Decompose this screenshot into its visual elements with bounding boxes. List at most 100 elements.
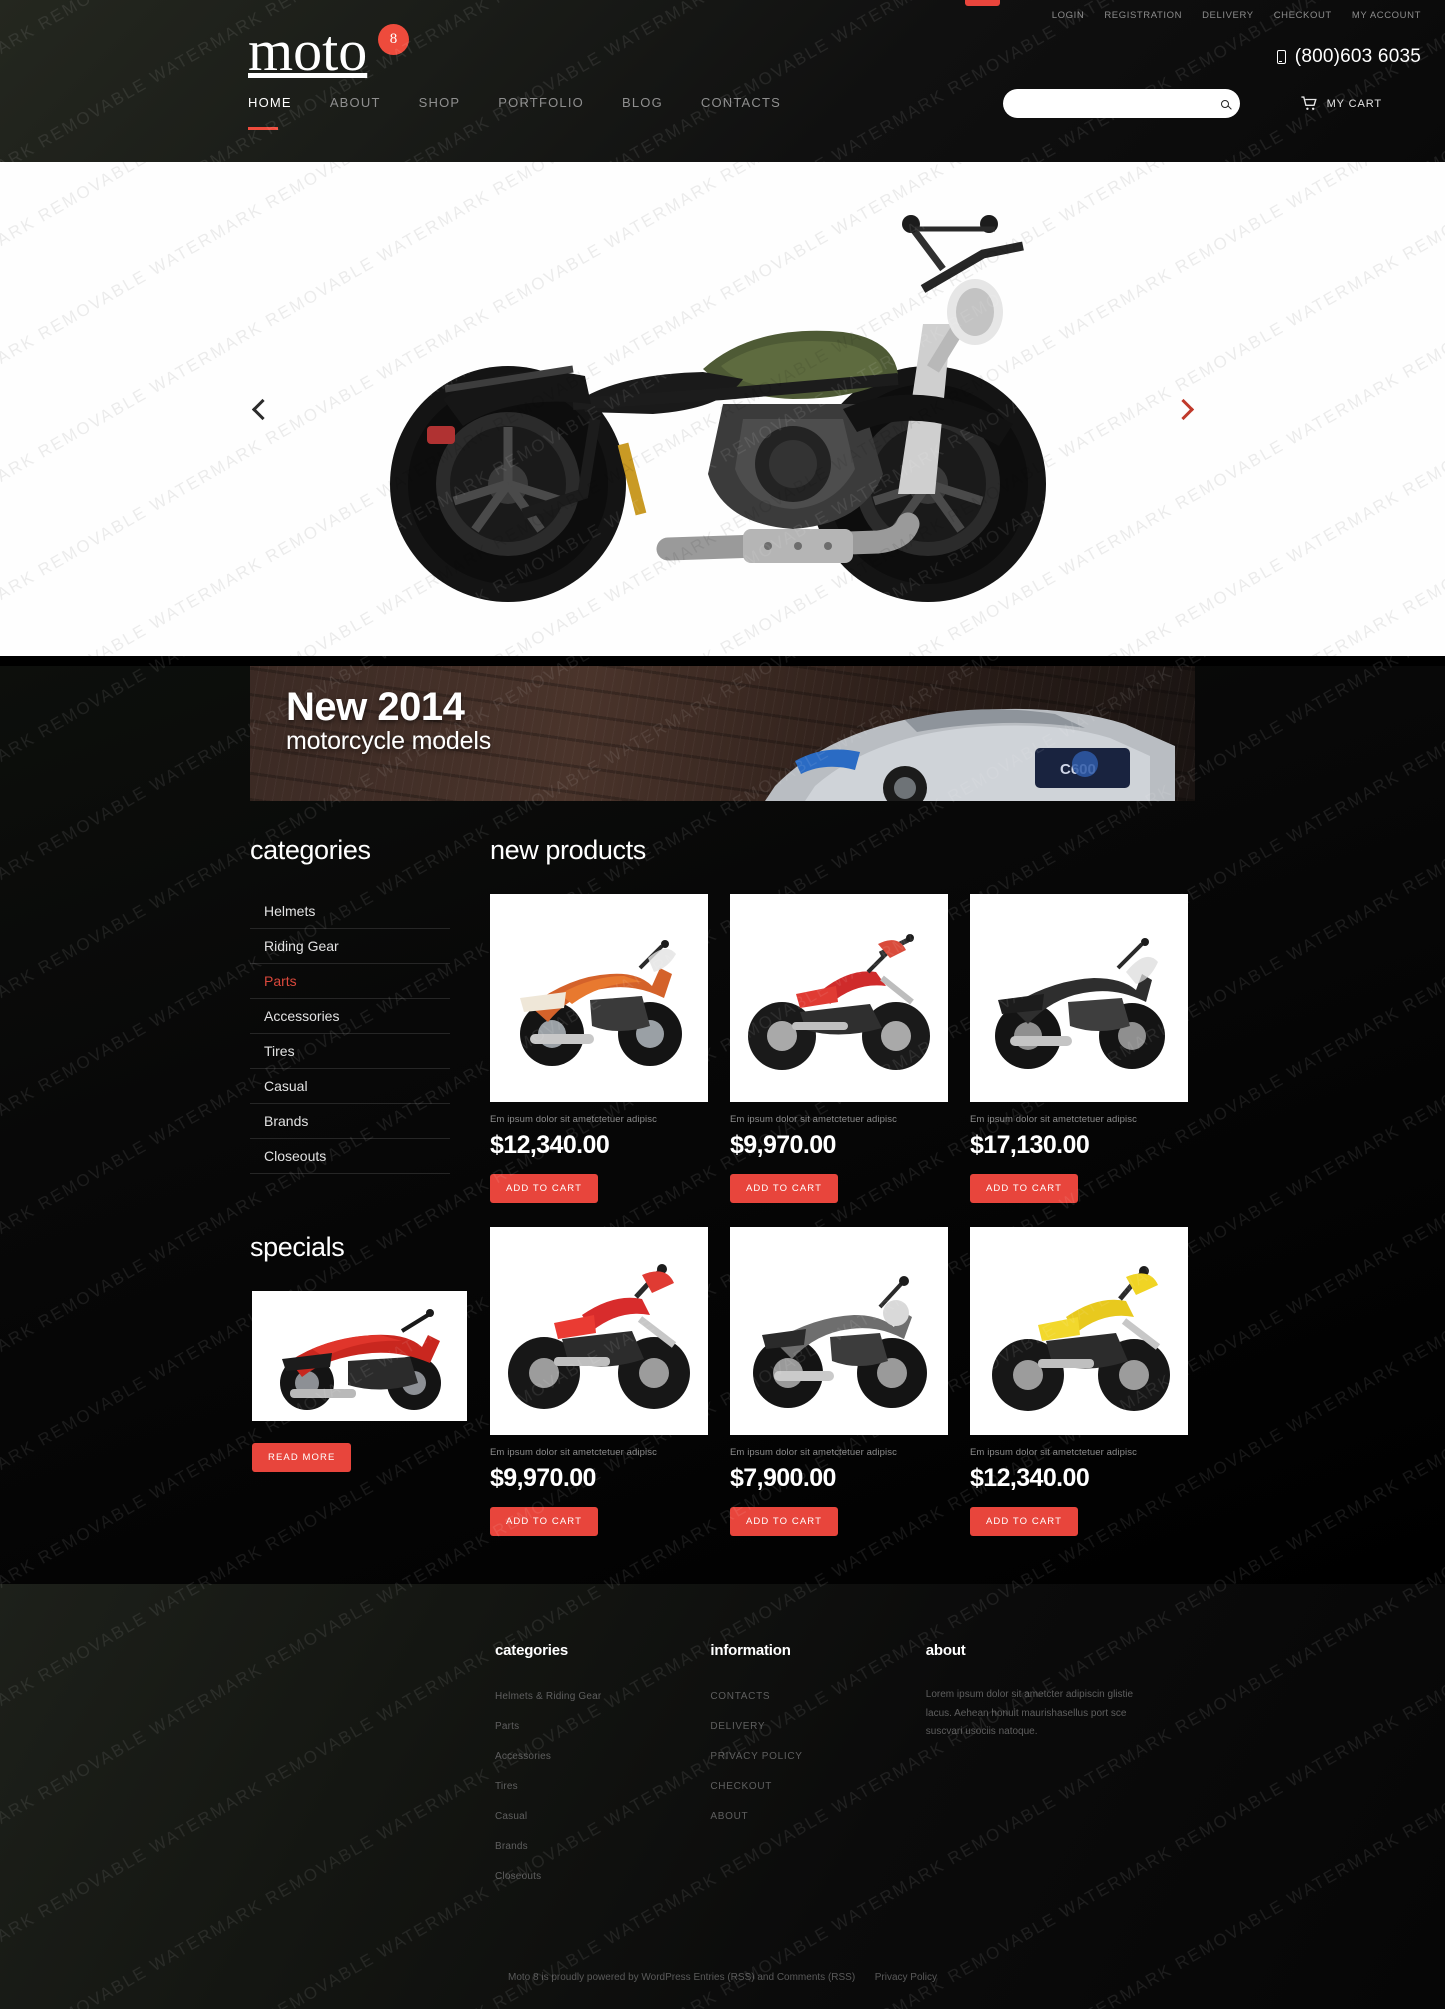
product-image[interactable]	[970, 894, 1188, 1102]
motorcycle-image-4	[490, 1227, 708, 1435]
footer-link-privacy-policy[interactable]: PRIVACY POLICY	[710, 1751, 802, 1762]
footer-link-casual[interactable]: Casual	[495, 1811, 527, 1822]
add-to-cart-wrap: ADD TO CART	[970, 1507, 1188, 1536]
special-product-image[interactable]	[252, 1291, 467, 1421]
product-grid: Em ipsum dolor sit ametctetuer adipisc $…	[490, 894, 1195, 1536]
nav-item-blog[interactable]: BLOG	[622, 95, 663, 134]
list-item: Helmets & Riding Gear	[495, 1686, 710, 1704]
product-description: Em ipsum dolor sit ametctetuer adipisc	[490, 1447, 657, 1458]
nav-item-contacts[interactable]: CONTACTS	[701, 95, 781, 134]
utility-nav-item-checkout[interactable]: CHECKOUT	[1274, 10, 1332, 21]
list-item: Helmets	[250, 894, 450, 929]
add-to-cart-button[interactable]: ADD TO CART	[490, 1507, 598, 1536]
footer-link-contacts[interactable]: CONTACTS	[710, 1691, 770, 1702]
read-more-button[interactable]: READ MORE	[252, 1443, 352, 1472]
footer-link-about[interactable]: ABOUT	[710, 1811, 748, 1822]
footer-information-list: CONTACTS DELIVERY PRIVACY POLICY CHECKOU…	[710, 1686, 925, 1824]
my-cart-link[interactable]: MY CART	[1300, 89, 1382, 118]
product-card: Em ipsum dolor sit ametctetuer adipisc $…	[490, 1227, 708, 1536]
utility-nav-item-my-account[interactable]: MY ACCOUNT	[1352, 10, 1421, 21]
product-price: $7,900.00	[730, 1464, 836, 1492]
footer-information-title: information	[710, 1642, 791, 1659]
product-price: $9,970.00	[490, 1464, 596, 1492]
site-footer: categories Helmets & Riding Gear Parts A…	[0, 1584, 1445, 2009]
sidebar-item-brands[interactable]: Brands	[250, 1104, 450, 1138]
products-section: new products Em ipsum dolor sit ametctet…	[450, 835, 1195, 1536]
add-to-cart-button[interactable]: ADD TO CART	[730, 1174, 838, 1203]
list-item: Accessories	[250, 999, 450, 1034]
promo-headline: New 2014	[286, 685, 465, 729]
list-item: CHECKOUT	[710, 1776, 925, 1794]
footer-categories-column: categories Helmets & Riding Gear Parts A…	[495, 1642, 710, 1896]
copyright-privacy-policy-link[interactable]: Privacy Policy	[875, 1972, 937, 1983]
footer-link-closeouts[interactable]: Closeouts	[495, 1871, 541, 1882]
sidebar-item-riding-gear[interactable]: Riding Gear	[250, 929, 450, 963]
add-to-cart-button[interactable]: ADD TO CART	[970, 1174, 1078, 1203]
header-accent-tab	[965, 0, 1000, 6]
my-cart-label: MY CART	[1326, 97, 1382, 110]
utility-nav-item-registration[interactable]: REGISTRATION	[1104, 10, 1182, 21]
add-to-cart-button[interactable]: ADD TO CART	[730, 1507, 838, 1536]
product-card: Em ipsum dolor sit ametctetuer adipisc $…	[730, 894, 948, 1203]
footer-link-tires[interactable]: Tires	[495, 1781, 518, 1792]
motorcycle-image-1	[490, 894, 708, 1102]
list-item: Casual	[250, 1069, 450, 1104]
phone-number: (800)603 6035	[1294, 46, 1421, 67]
nav-item-about[interactable]: ABOUT	[330, 95, 381, 134]
nav-item-shop[interactable]: SHOP	[419, 95, 461, 134]
product-image[interactable]	[970, 1227, 1188, 1435]
sidebar-item-helmets[interactable]: Helmets	[250, 894, 450, 928]
footer-categories-list: Helmets & Riding Gear Parts Accessories …	[495, 1686, 710, 1884]
product-image[interactable]	[490, 1227, 708, 1435]
footer-link-checkout[interactable]: CHECKOUT	[710, 1781, 772, 1792]
footer-link-accessories[interactable]: Accessories	[495, 1751, 551, 1762]
mobile-phone-icon	[1276, 50, 1286, 64]
promo-motorcycle-image: C600	[765, 708, 1175, 801]
search-button[interactable]	[1210, 89, 1240, 118]
search-icon	[1221, 99, 1229, 108]
nav-item-portfolio[interactable]: PORTFOLIO	[498, 95, 584, 134]
search-input[interactable]	[1003, 89, 1210, 118]
add-to-cart-wrap: ADD TO CART	[490, 1507, 708, 1536]
product-image[interactable]	[490, 894, 708, 1102]
logo-badge: 8	[378, 24, 409, 55]
add-to-cart-button[interactable]: ADD TO CART	[490, 1174, 598, 1203]
product-card: Em ipsum dolor sit ametctetuer adipisc $…	[970, 1227, 1188, 1536]
list-item: Parts	[495, 1716, 710, 1734]
product-card: Em ipsum dolor sit ametctetuer adipisc $…	[730, 1227, 948, 1536]
product-image[interactable]	[730, 1227, 948, 1435]
utility-nav-item-login[interactable]: LOGIN	[1052, 10, 1085, 21]
slider-next-button[interactable]	[1161, 387, 1205, 431]
sidebar-item-closeouts[interactable]: Closeouts	[250, 1139, 450, 1173]
footer-link-helmets-riding-gear[interactable]: Helmets & Riding Gear	[495, 1691, 601, 1702]
hero-motorcycle-image	[389, 215, 1046, 602]
footer-link-parts[interactable]: Parts	[495, 1721, 519, 1732]
categories-title: categories	[250, 835, 371, 865]
sidebar-item-tires[interactable]: Tires	[250, 1034, 450, 1068]
slider-prev-button[interactable]	[240, 387, 284, 431]
nav-item-home[interactable]: HOME	[248, 95, 292, 134]
motorcycle-image-2	[730, 894, 948, 1102]
sidebar-item-accessories[interactable]: Accessories	[250, 999, 450, 1033]
sidebar-item-parts[interactable]: Parts	[250, 964, 450, 998]
footer-information-column: information CONTACTS DELIVERY PRIVACY PO…	[710, 1642, 925, 1896]
promo-banner[interactable]: C600 New 2014 motorcycle models	[250, 666, 1195, 801]
add-to-cart-button[interactable]: ADD TO CART	[970, 1507, 1078, 1536]
footer-link-delivery[interactable]: DELIVERY	[710, 1721, 765, 1732]
main-nav[interactable]: HOME ABOUT SHOP PORTFOLIO BLOG CONTACTS	[248, 95, 781, 134]
product-image[interactable]	[730, 894, 948, 1102]
product-price: $17,130.00	[970, 1131, 1090, 1159]
utility-nav[interactable]: LOGIN REGISTRATION DELIVERY CHECKOUT MY …	[1052, 10, 1421, 21]
site-logo[interactable]: moto	[248, 22, 367, 80]
main-content-area: C600 New 2014 motorcycle models categori…	[0, 666, 1445, 1584]
list-item: Closeouts	[495, 1866, 710, 1884]
footer-link-brands[interactable]: Brands	[495, 1841, 528, 1852]
add-to-cart-wrap: ADD TO CART	[970, 1174, 1188, 1203]
product-description: Em ipsum dolor sit ametctetuer adipisc	[490, 1114, 657, 1125]
sidebar-item-casual[interactable]: Casual	[250, 1069, 450, 1103]
utility-nav-item-delivery[interactable]: DELIVERY	[1202, 10, 1254, 21]
new-products-title: new products	[490, 835, 646, 865]
list-item: Casual	[495, 1806, 710, 1824]
site-header: LOGIN REGISTRATION DELIVERY CHECKOUT MY …	[0, 0, 1445, 162]
search-box[interactable]	[1003, 89, 1240, 118]
